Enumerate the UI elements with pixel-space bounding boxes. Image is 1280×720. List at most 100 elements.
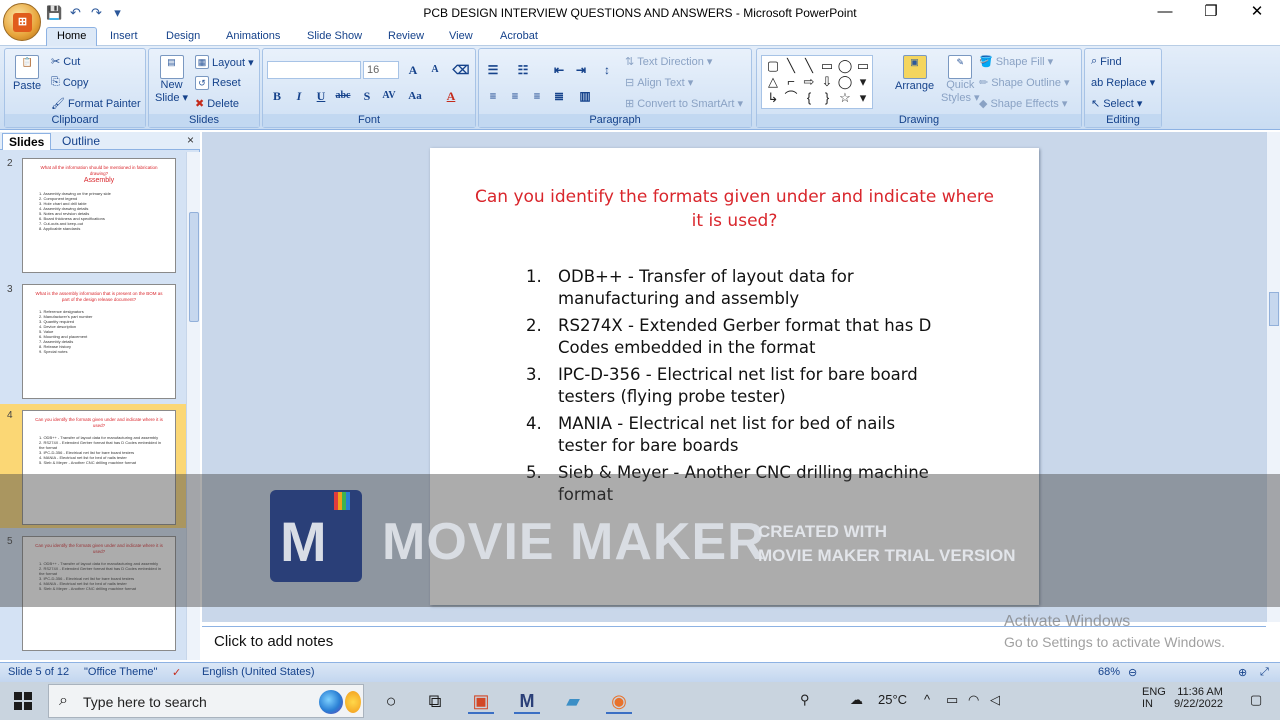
tray-chevron-icon[interactable]: ^ (924, 692, 930, 707)
delete-button[interactable]: ✖ Delete (195, 97, 239, 111)
shapes-gallery[interactable]: ▢ ╲ ╲ ▭ ◯ ▭ △ ⌐ ⇨ ⇩ ◯ ▾ ↳ ⌒{} ☆ ▾ (761, 55, 873, 109)
wifi-icon[interactable]: ◠ (968, 692, 979, 708)
notifications-icon[interactable]: ▢ (1250, 692, 1262, 708)
close-button[interactable]: ✕ (1234, 0, 1280, 26)
quick-styles-button[interactable]: ✎ Quick Styles ▾ (941, 55, 980, 104)
shape-gallery-item[interactable]: ◯ (836, 58, 854, 74)
people-icon[interactable]: ⚲ (800, 692, 810, 708)
slide-thumbnail-2[interactable]: 2 What all the information should be ment… (0, 152, 186, 276)
slide-scroll-thumb[interactable] (1269, 292, 1279, 326)
reset-button[interactable]: ↺ Reset (195, 76, 241, 90)
tab-design[interactable]: Design (166, 28, 200, 46)
strikethrough-button[interactable]: abc (333, 87, 353, 105)
tab-animations[interactable]: Animations (226, 28, 280, 46)
fit-window-icon[interactable]: ⤢ (1260, 666, 1269, 679)
tab-home[interactable]: Home (46, 27, 98, 47)
slide-title[interactable]: Can you identify the formats given under… (470, 185, 999, 233)
replace-button[interactable]: ab Replace ▾ (1091, 76, 1155, 90)
shape-gallery-item[interactable]: ▾ (854, 74, 872, 90)
italic-button[interactable]: I (289, 87, 309, 105)
shape-gallery-item[interactable]: ☆ (836, 90, 854, 106)
align-center-icon[interactable]: ≡ (505, 87, 525, 105)
panel-close-icon[interactable]: × (187, 133, 194, 147)
font-name-input[interactable] (267, 61, 361, 79)
zoom-in-icon[interactable]: ⊕ (1238, 666, 1247, 679)
shape-gallery-item[interactable]: ⌐ (782, 74, 800, 90)
change-case-button[interactable]: Aa (405, 87, 425, 105)
spellcheck-icon[interactable]: ✓ (172, 666, 181, 679)
shape-fill-button[interactable]: 🪣 Shape Fill ▾ (979, 55, 1053, 68)
tab-insert[interactable]: Insert (110, 28, 138, 46)
line-spacing-icon[interactable]: ↕ (597, 61, 617, 79)
taskbar-search[interactable]: ⌕ Type here to search (48, 684, 364, 718)
redo-icon[interactable]: ↷ (88, 4, 105, 21)
shape-gallery-item[interactable]: ⇨ (800, 74, 818, 90)
cortana-icon[interactable]: ○ (378, 688, 404, 714)
increase-indent-icon[interactable]: ⇥ (571, 61, 591, 79)
decrease-indent-icon[interactable]: ⇤ (549, 61, 569, 79)
search-highlight-icon[interactable] (319, 690, 343, 714)
shape-gallery-item[interactable]: ▢ (764, 58, 782, 74)
shape-gallery-item[interactable]: ◯ (836, 74, 854, 90)
windows-start-icon[interactable] (14, 692, 32, 710)
tab-review[interactable]: Review (388, 28, 424, 46)
maximize-button[interactable]: ❐ (1188, 0, 1234, 26)
file-explorer-icon[interactable]: ▰ (560, 688, 586, 714)
arrange-button[interactable]: ▣ Arrange (895, 55, 934, 92)
clock[interactable]: 11:36 AM 9/22/2022 (1174, 686, 1223, 710)
columns-icon[interactable]: ▥ (575, 87, 595, 105)
shape-gallery-item[interactable]: ↳ (764, 90, 782, 106)
new-slide-button[interactable]: ▤ New Slide ▾ (155, 55, 188, 104)
layout-button[interactable]: ▦ Layout ▾ (195, 55, 254, 69)
slide-list-item[interactable]: 1. ODB++ - Transfer of layout data for ma… (526, 266, 946, 310)
align-left-icon[interactable]: ≡ (483, 87, 503, 105)
char-spacing-button[interactable]: AV (379, 87, 399, 105)
thumbnail-slide[interactable]: What is the assembly information that is… (22, 284, 176, 399)
undo-icon[interactable]: ↶ (67, 4, 84, 21)
screen-recorder-icon[interactable]: ◉ (606, 688, 632, 714)
font-color-button[interactable]: A (441, 87, 461, 105)
convert-smartart-button[interactable]: ⊞ Convert to SmartArt ▾ (625, 97, 743, 110)
language-label[interactable]: English (United States) (202, 666, 315, 678)
zoom-out-icon[interactable]: ⊖ (1128, 666, 1137, 679)
shape-gallery-item[interactable]: ▭ (818, 58, 836, 74)
shrink-font-button[interactable]: A (425, 61, 445, 79)
save-icon[interactable]: 💾 (46, 4, 63, 21)
shape-gallery-item[interactable]: { (800, 90, 818, 106)
shape-effects-button[interactable]: ◆ Shape Effects ▾ (979, 97, 1067, 110)
align-right-icon[interactable]: ≡ (527, 87, 547, 105)
search-highlight-icon-2[interactable] (345, 691, 361, 713)
align-text-button[interactable]: ⊟ Align Text ▾ (625, 76, 693, 89)
movie-maker-taskbar-icon[interactable]: M (514, 688, 540, 714)
shape-gallery-item[interactable]: △ (764, 74, 782, 90)
shape-gallery-item[interactable]: } (818, 90, 836, 106)
office-button[interactable]: ⊞ (3, 3, 41, 41)
grow-font-button[interactable]: A (403, 61, 423, 79)
format-painter-button[interactable]: 🖌 Format Painter (51, 97, 141, 111)
slide-list-item[interactable]: 3. IPC-D-356 - Electrical net list for ba… (526, 364, 946, 408)
volume-icon[interactable]: ◁ (990, 692, 1000, 708)
cut-button[interactable]: ✂ Cut (51, 55, 80, 69)
select-button[interactable]: ↖ Select ▾ (1091, 97, 1142, 110)
slide-thumbnail-3[interactable]: 3 What is the assembly information that i… (0, 278, 186, 402)
bullets-icon[interactable]: ☰ (483, 61, 503, 79)
powerpoint-taskbar-icon[interactable]: ▣ (468, 688, 494, 714)
shape-gallery-item[interactable]: ▭ (854, 58, 872, 74)
shape-gallery-item[interactable]: ╲ (800, 58, 818, 74)
shape-gallery-item[interactable]: ╲ (782, 58, 800, 74)
bold-button[interactable]: B (267, 87, 287, 105)
search-placeholder[interactable]: Type here to search (83, 694, 207, 710)
thumbnail-slide[interactable]: What all the information should be menti… (22, 158, 176, 273)
zoom-level[interactable]: 68% (1098, 666, 1120, 678)
network-icon[interactable]: ▭ (946, 692, 958, 708)
slide-list-item[interactable]: 2. RS274X - Extended Gerber format that h… (526, 315, 946, 359)
shape-gallery-item[interactable]: ⇩ (818, 74, 836, 90)
temperature[interactable]: 25°C (878, 692, 907, 707)
find-button[interactable]: ⌕ Find (1091, 55, 1122, 68)
tab-slide-show[interactable]: Slide Show (307, 28, 362, 46)
task-view-icon[interactable]: ⧉ (422, 688, 448, 714)
slide-list-item[interactable]: 4. MANIA - Electrical net list for bed of… (526, 413, 946, 457)
panel-scroll-thumb[interactable] (189, 212, 199, 322)
notes-placeholder[interactable]: Click to add notes (214, 633, 333, 650)
font-size-input[interactable]: 16 (363, 61, 399, 79)
